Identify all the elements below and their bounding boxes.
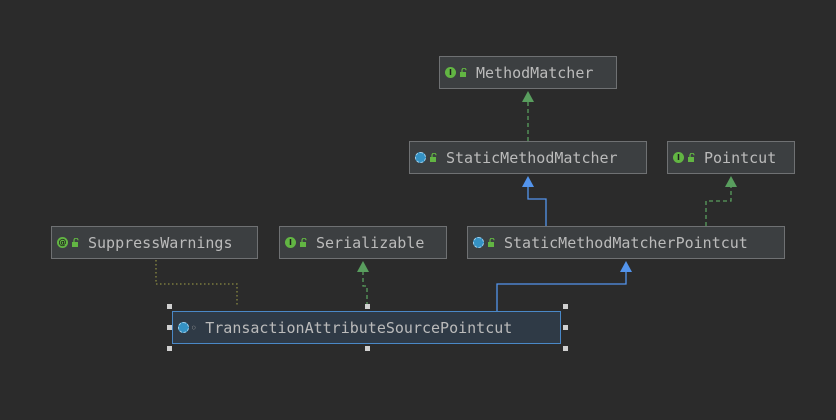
node-static-method-matcher-pointcut[interactable]: StaticMethodMatcherPointcut <box>467 226 785 259</box>
node-serializable[interactable]: I Serializable <box>279 226 447 259</box>
selection-handle[interactable] <box>167 304 172 309</box>
annotation-icon: @ <box>57 237 68 248</box>
package-private-icon: ◦ <box>190 320 198 335</box>
diagram-canvas <box>155 91 737 311</box>
abstract-class-icon <box>473 237 484 248</box>
selection-handle[interactable] <box>365 346 370 351</box>
selection-handle[interactable] <box>563 346 568 351</box>
node-label: SuppressWarnings <box>88 233 233 252</box>
node-label: StaticMethodMatcher <box>446 148 618 167</box>
open-lock-icon <box>488 237 495 247</box>
selection-handle[interactable] <box>365 304 370 309</box>
node-static-method-matcher[interactable]: StaticMethodMatcher <box>409 141 647 174</box>
abstract-class-icon <box>415 152 426 163</box>
interface-icon: I <box>673 152 684 163</box>
node-label: TransactionAttributeSourcePointcut <box>205 318 513 337</box>
edge-smm-pointcut-to-static-method-matcher <box>522 176 547 226</box>
selection-handle[interactable] <box>563 325 568 330</box>
interface-icon: I <box>445 67 456 78</box>
node-suppress-warnings[interactable]: @ SuppressWarnings <box>51 226 258 259</box>
open-lock-icon <box>72 237 79 247</box>
open-lock-icon <box>688 152 695 162</box>
node-label: Pointcut <box>704 148 777 167</box>
open-lock-icon <box>430 152 437 162</box>
selection-handle[interactable] <box>167 346 172 351</box>
node-pointcut[interactable]: I Pointcut <box>667 141 795 174</box>
edge-static-method-matcher-to-method-matcher <box>522 91 534 141</box>
open-lock-icon <box>460 67 467 77</box>
edge-tasp-to-serializable <box>357 261 369 306</box>
edge-tasp-to-suppress-warnings <box>155 260 238 306</box>
node-label: MethodMatcher <box>476 63 594 82</box>
node-method-matcher[interactable]: I MethodMatcher <box>439 56 617 89</box>
selection-handle[interactable] <box>563 304 568 309</box>
selection-handle[interactable] <box>167 325 172 330</box>
node-label: Serializable <box>316 233 425 252</box>
node-label: StaticMethodMatcherPointcut <box>504 233 748 252</box>
abstract-class-icon <box>178 322 189 333</box>
open-lock-icon <box>300 237 307 247</box>
interface-icon: I <box>285 237 296 248</box>
edge-smm-pointcut-to-pointcut <box>705 176 737 226</box>
node-transaction-attribute-source-pointcut[interactable]: ◦ TransactionAttributeSourcePointcut <box>172 311 561 344</box>
